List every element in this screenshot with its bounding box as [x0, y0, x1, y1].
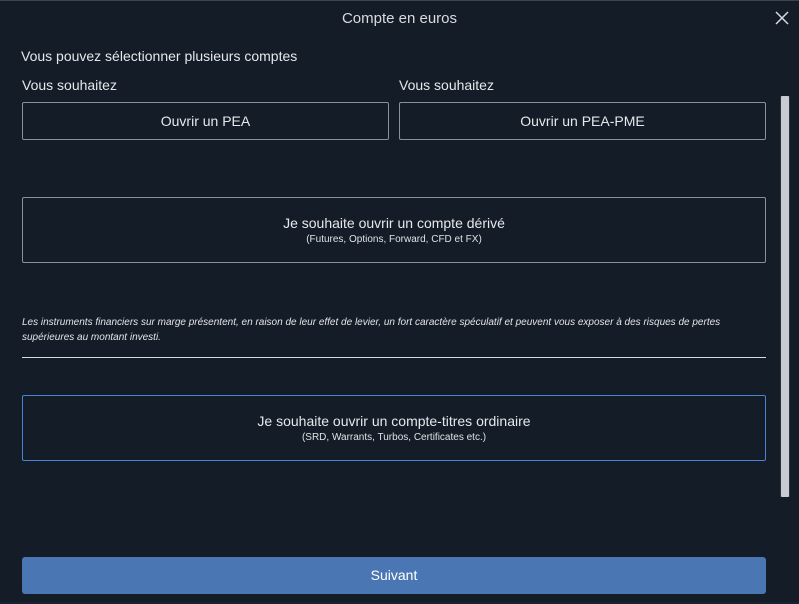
ordinary-account-subtitle: (SRD, Warrants, Turbos, Certificates etc…: [301, 432, 487, 443]
dialog-title: Compte en euros: [341, 10, 458, 27]
open-pea-button[interactable]: Ouvrir un PEA: [22, 102, 389, 140]
close-button[interactable]: [773, 9, 791, 27]
vertical-scrollbar[interactable]: [780, 96, 790, 497]
scrollbar-thumb[interactable]: [781, 96, 789, 497]
dialog-subtitle: Vous pouvez sélectionner plusieurs compt…: [21, 48, 298, 64]
divider: [22, 357, 766, 358]
next-button[interactable]: Suivant: [22, 557, 766, 594]
close-icon: [775, 11, 789, 25]
ordinary-account-title: Je souhaite ouvrir un compte-titres ordi…: [257, 413, 531, 429]
derivative-account-title: Je souhaite ouvrir un compte dérivé: [283, 215, 505, 231]
dialog-titlebar: Compte en euros: [0, 1, 799, 37]
open-pea-pme-button[interactable]: Ouvrir un PEA-PME: [399, 102, 766, 140]
account-dialog: Compte en euros Vous pouvez sélectionner…: [0, 0, 799, 604]
ordinary-account-button[interactable]: Je souhaite ouvrir un compte-titres ordi…: [22, 395, 766, 461]
pea-pme-label: Vous souhaitez: [399, 77, 494, 93]
derivative-account-button[interactable]: Je souhaite ouvrir un compte dérivé (Fut…: [22, 197, 766, 263]
margin-warning-text: Les instruments financiers sur marge pré…: [22, 317, 721, 343]
pea-label: Vous souhaitez: [22, 77, 117, 93]
derivative-account-subtitle: (Futures, Options, Forward, CFD et FX): [306, 234, 482, 245]
